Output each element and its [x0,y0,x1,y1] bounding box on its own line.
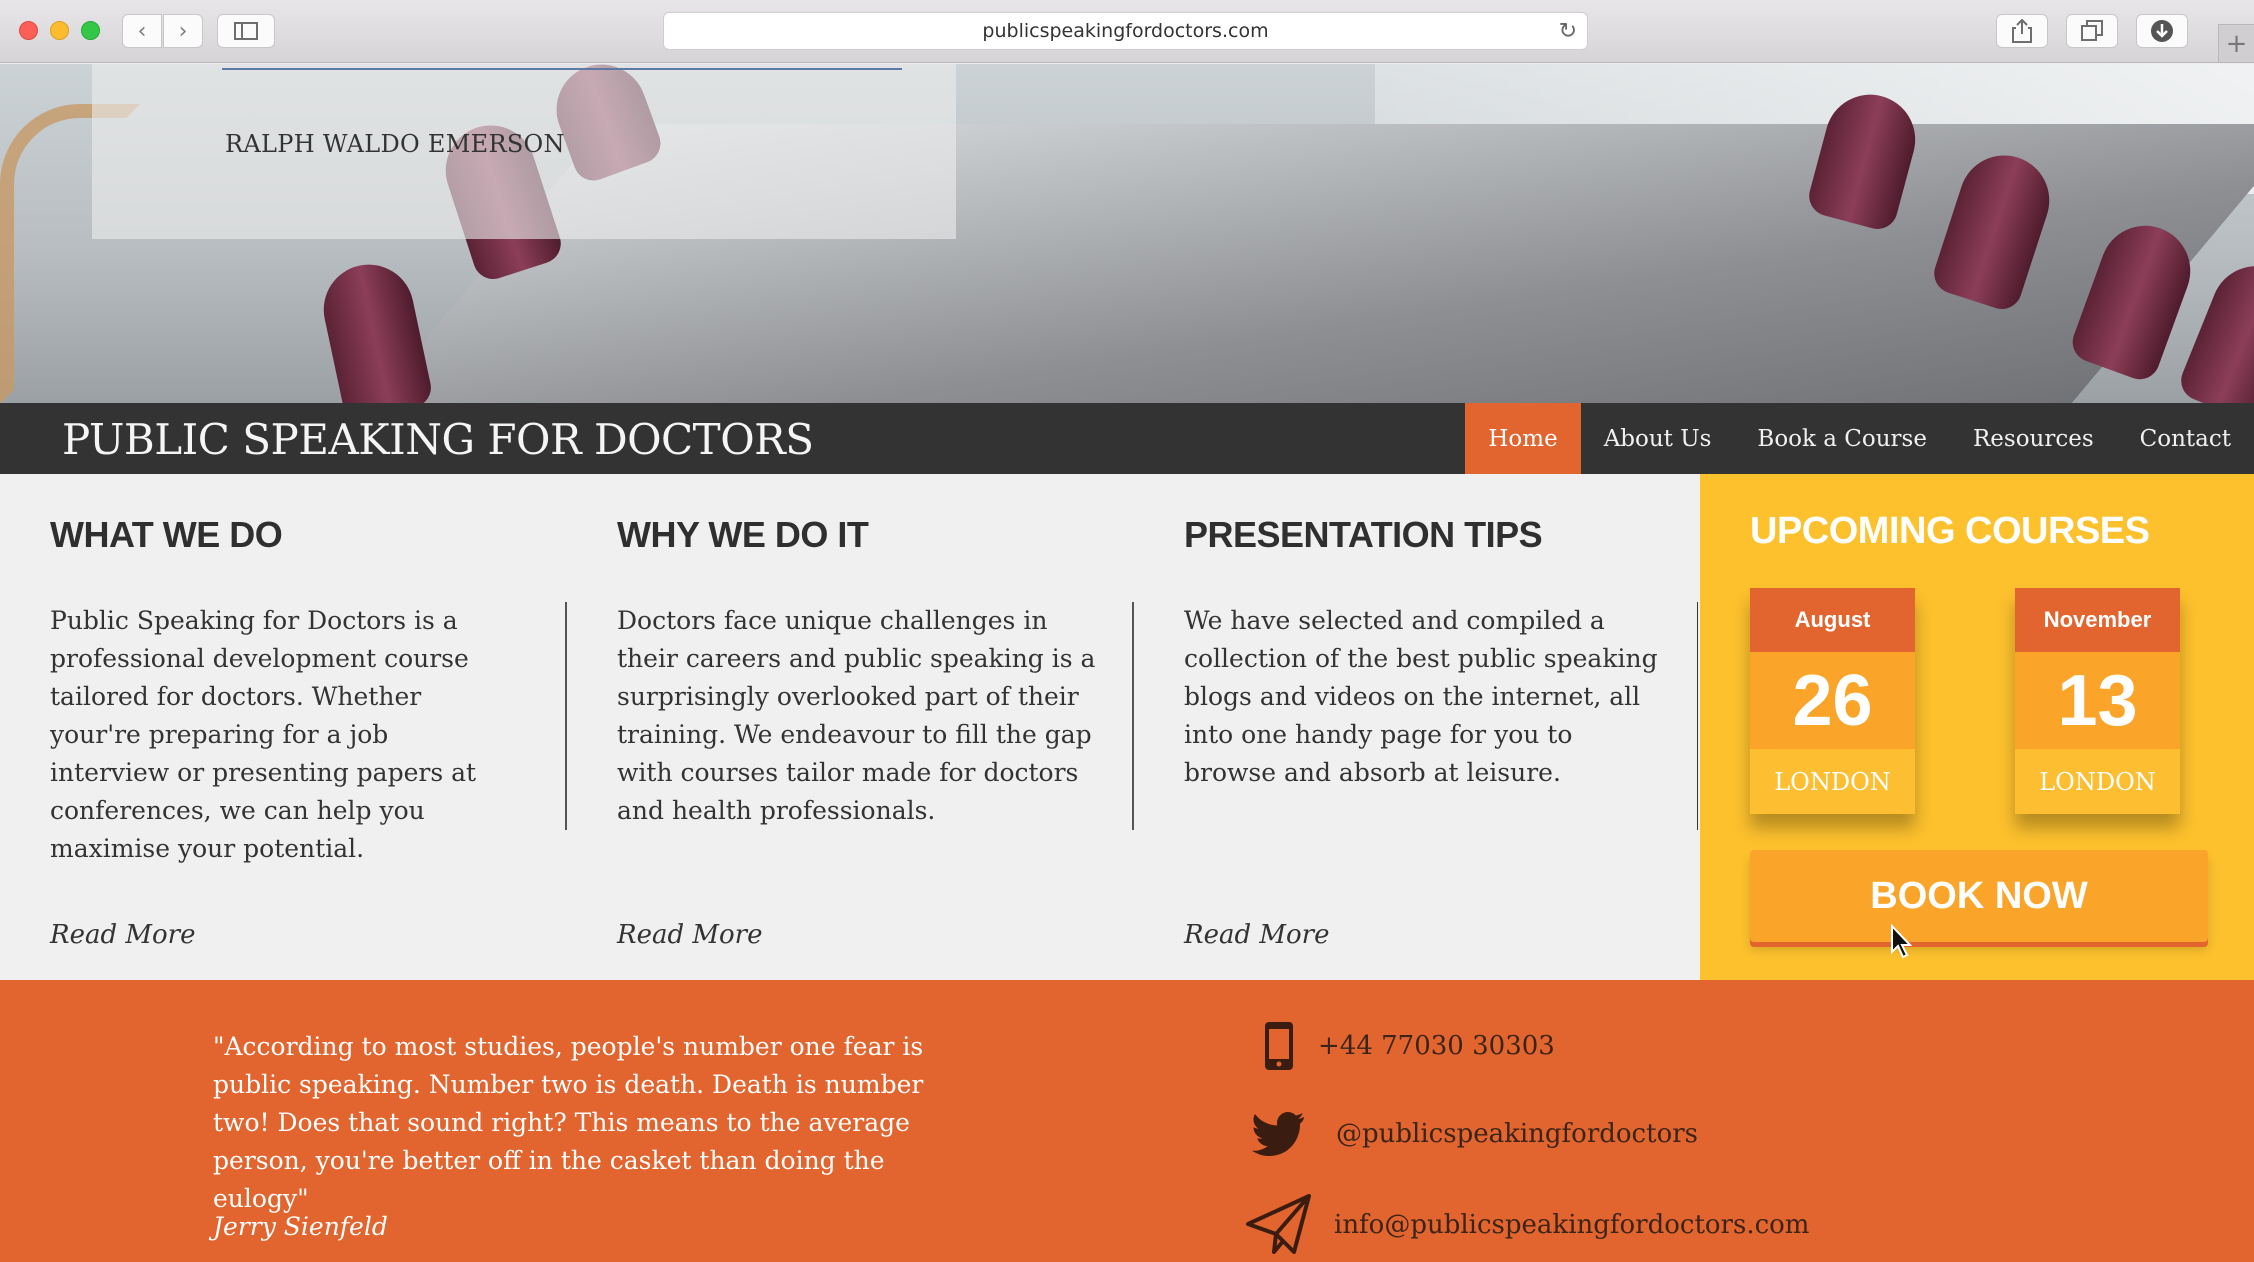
chair [315,256,435,403]
column-heading: PRESENTATION TIPS [1184,514,1543,555]
column-body: Public Speaking for Doctors is a profess… [50,606,477,863]
twitter-icon [1252,1112,1304,1156]
tabs-icon [2081,20,2103,41]
back-icon: ‹ [137,18,147,44]
browser-toolbar: ‹ › publicspeakingfordoctors.com ↻ + [0,0,2254,63]
twitter-handle[interactable]: @publicspeakingfordoctors [1336,1119,1698,1149]
read-more-link[interactable]: Read More [50,920,195,950]
minimize-window-button[interactable] [50,21,69,40]
quote-rule [222,68,902,70]
course-card-november[interactable]: November 13 LONDON [2015,588,2180,814]
footer-quote: "According to most studies, people's num… [213,1032,924,1213]
url-text: publicspeakingfordoctors.com [982,20,1269,42]
nav-menu: Home About Us Book a Course Resources Co… [1465,403,2254,474]
upcoming-courses-title: UPCOMING COURSES [1750,510,2150,552]
share-button[interactable] [1996,14,2048,48]
reload-icon[interactable]: ↻ [1559,19,1577,44]
send-icon [1246,1194,1311,1254]
new-tab-button[interactable]: + [2218,24,2254,62]
why-we-do-it-column: WHY WE DO IT Doctors face unique challen… [617,474,1097,980]
column-heading: WHAT WE DO [50,514,283,555]
read-more-link[interactable]: Read More [1184,920,1329,950]
course-city: LONDON [2015,749,2180,814]
column-body: We have selected and compiled a collecti… [1184,606,1658,787]
mouse-pointer-icon [1891,924,1913,959]
course-month: August [1750,588,1915,652]
content-section: WHAT WE DO Public Speaking for Doctors i… [0,474,1700,980]
nav-item-book-a-course[interactable]: Book a Course [1734,403,1950,474]
phone-number[interactable]: +44 77030 30303 [1318,1031,1555,1061]
read-more-link[interactable]: Read More [617,920,762,950]
nav-item-about-us[interactable]: About Us [1581,403,1735,474]
nav-item-resources[interactable]: Resources [1950,403,2117,474]
phone-icon [1265,1022,1293,1070]
email-address[interactable]: info@publicspeakingfordoctors.com [1334,1210,1809,1240]
new-tab-icon: + [2225,28,2248,59]
forward-icon: › [178,18,188,44]
share-icon [2012,19,2032,43]
course-day: 26 [1750,652,1915,749]
course-day: 13 [2015,652,2180,749]
what-we-do-column: WHAT WE DO Public Speaking for Doctors i… [50,474,510,980]
course-card-august[interactable]: August 26 LONDON [1750,588,1915,814]
presentation-tips-column: PRESENTATION TIPS We have selected and c… [1184,474,1664,980]
contact-twitter[interactable]: @publicspeakingfordoctors [1252,1112,1698,1156]
nav-item-home[interactable]: Home [1465,403,1581,474]
course-city: LONDON [1750,749,1915,814]
contact-email[interactable]: info@publicspeakingfordoctors.com [1246,1194,1809,1256]
back-button[interactable]: ‹ [122,14,162,48]
tabs-button[interactable] [2066,14,2118,48]
address-bar[interactable]: publicspeakingfordoctors.com ↻ [663,12,1588,50]
main-nav: PUBLIC SPEAKING FOR DOCTORS Home About U… [0,403,2254,474]
column-divider [1697,602,1698,830]
close-window-button[interactable] [19,21,38,40]
site-title[interactable]: PUBLIC SPEAKING FOR DOCTORS [62,415,814,464]
sidebar-icon [234,22,258,40]
forward-button[interactable]: › [163,14,203,48]
column-body: Doctors face unique challenges in their … [617,606,1096,825]
download-button[interactable] [2136,14,2188,48]
nav-item-contact[interactable]: Contact [2117,403,2254,474]
upcoming-courses-panel: UPCOMING COURSES August 26 LONDON Novemb… [1700,474,2254,980]
column-heading: WHY WE DO IT [617,514,869,555]
contact-phone[interactable]: +44 77030 30303 [1262,1020,1555,1072]
course-month: November [2015,588,2180,652]
zoom-window-button[interactable] [81,21,100,40]
download-icon [2151,20,2173,42]
hero-quote-author: RALPH WALDO EMERSON [225,130,565,158]
sidebar-button[interactable] [217,14,275,48]
column-divider [565,602,567,830]
footer: "According to most studies, people's num… [0,980,2254,1262]
book-now-button[interactable]: BOOK NOW [1750,850,2208,942]
footer-quote-author: Jerry Sienfeld [213,1212,388,1241]
column-divider [1132,602,1134,830]
